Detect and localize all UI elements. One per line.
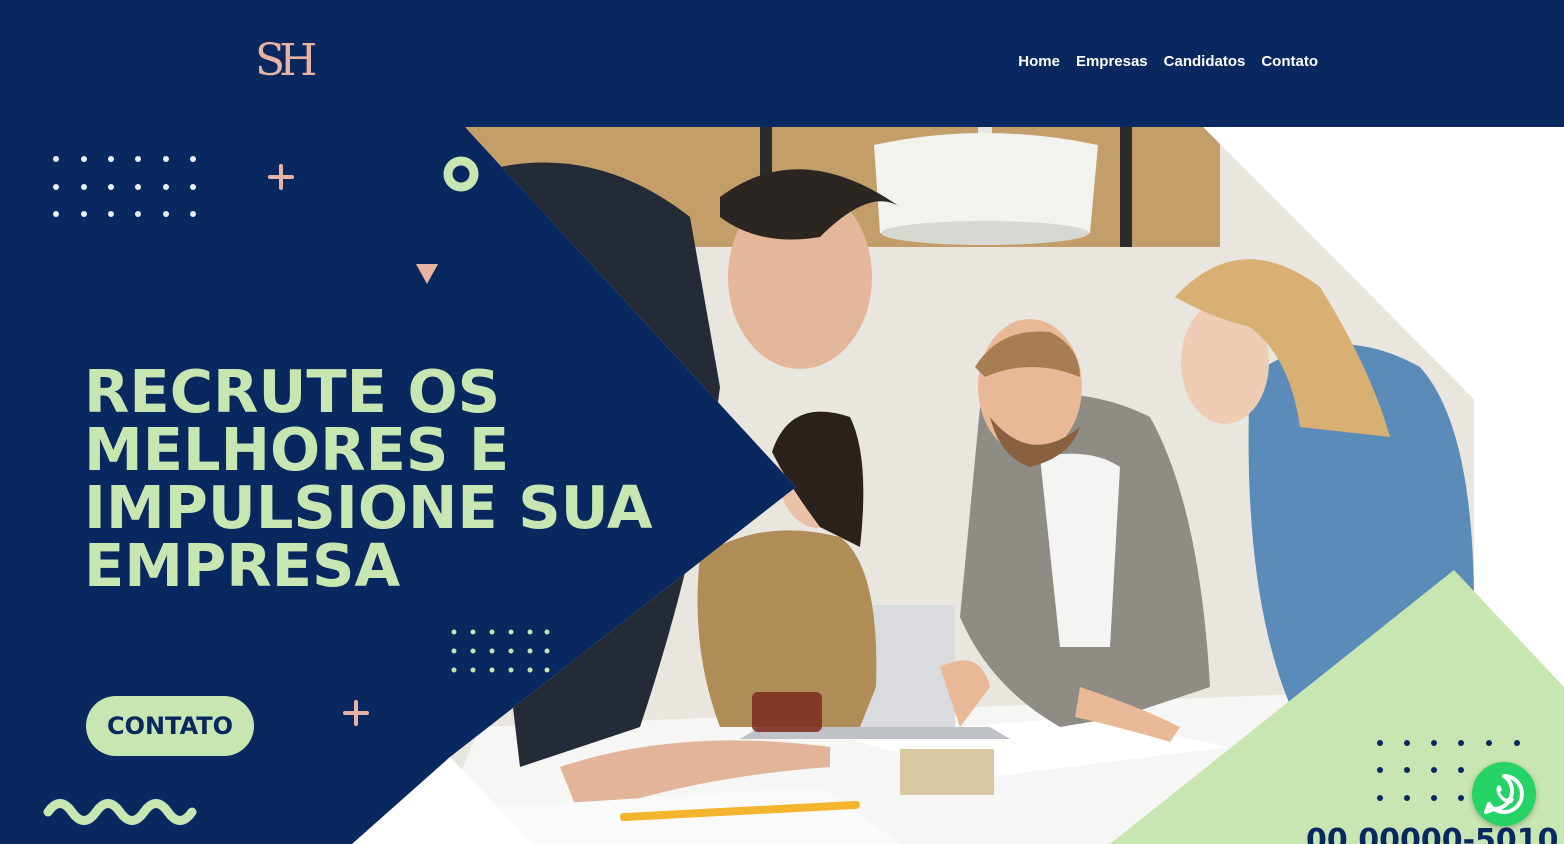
contato-button[interactable]: CONTATO [86,696,254,756]
nav-candidatos[interactable]: Candidatos [1164,52,1246,72]
nav-contato[interactable]: Contato [1261,52,1318,72]
hero-section: RECRUTE OS MELHORES E IMPULSIONE SUA EMP… [0,127,1564,844]
main-nav: Home Empresas Candidatos Contato [1018,52,1318,72]
nav-home[interactable]: Home [1018,52,1060,72]
whatsapp-icon [1484,774,1524,814]
logo-text: SH [255,35,317,86]
whatsapp-button[interactable] [1472,762,1536,826]
logo[interactable]: SH [255,34,319,88]
site-header: SH Home Empresas Candidatos Contato [0,0,1564,127]
phone-number: 00 00000-5010 [1306,823,1559,844]
hero-headline: RECRUTE OS MELHORES E IMPULSIONE SUA EMP… [84,357,653,600]
nav-empresas[interactable]: Empresas [1076,52,1148,72]
